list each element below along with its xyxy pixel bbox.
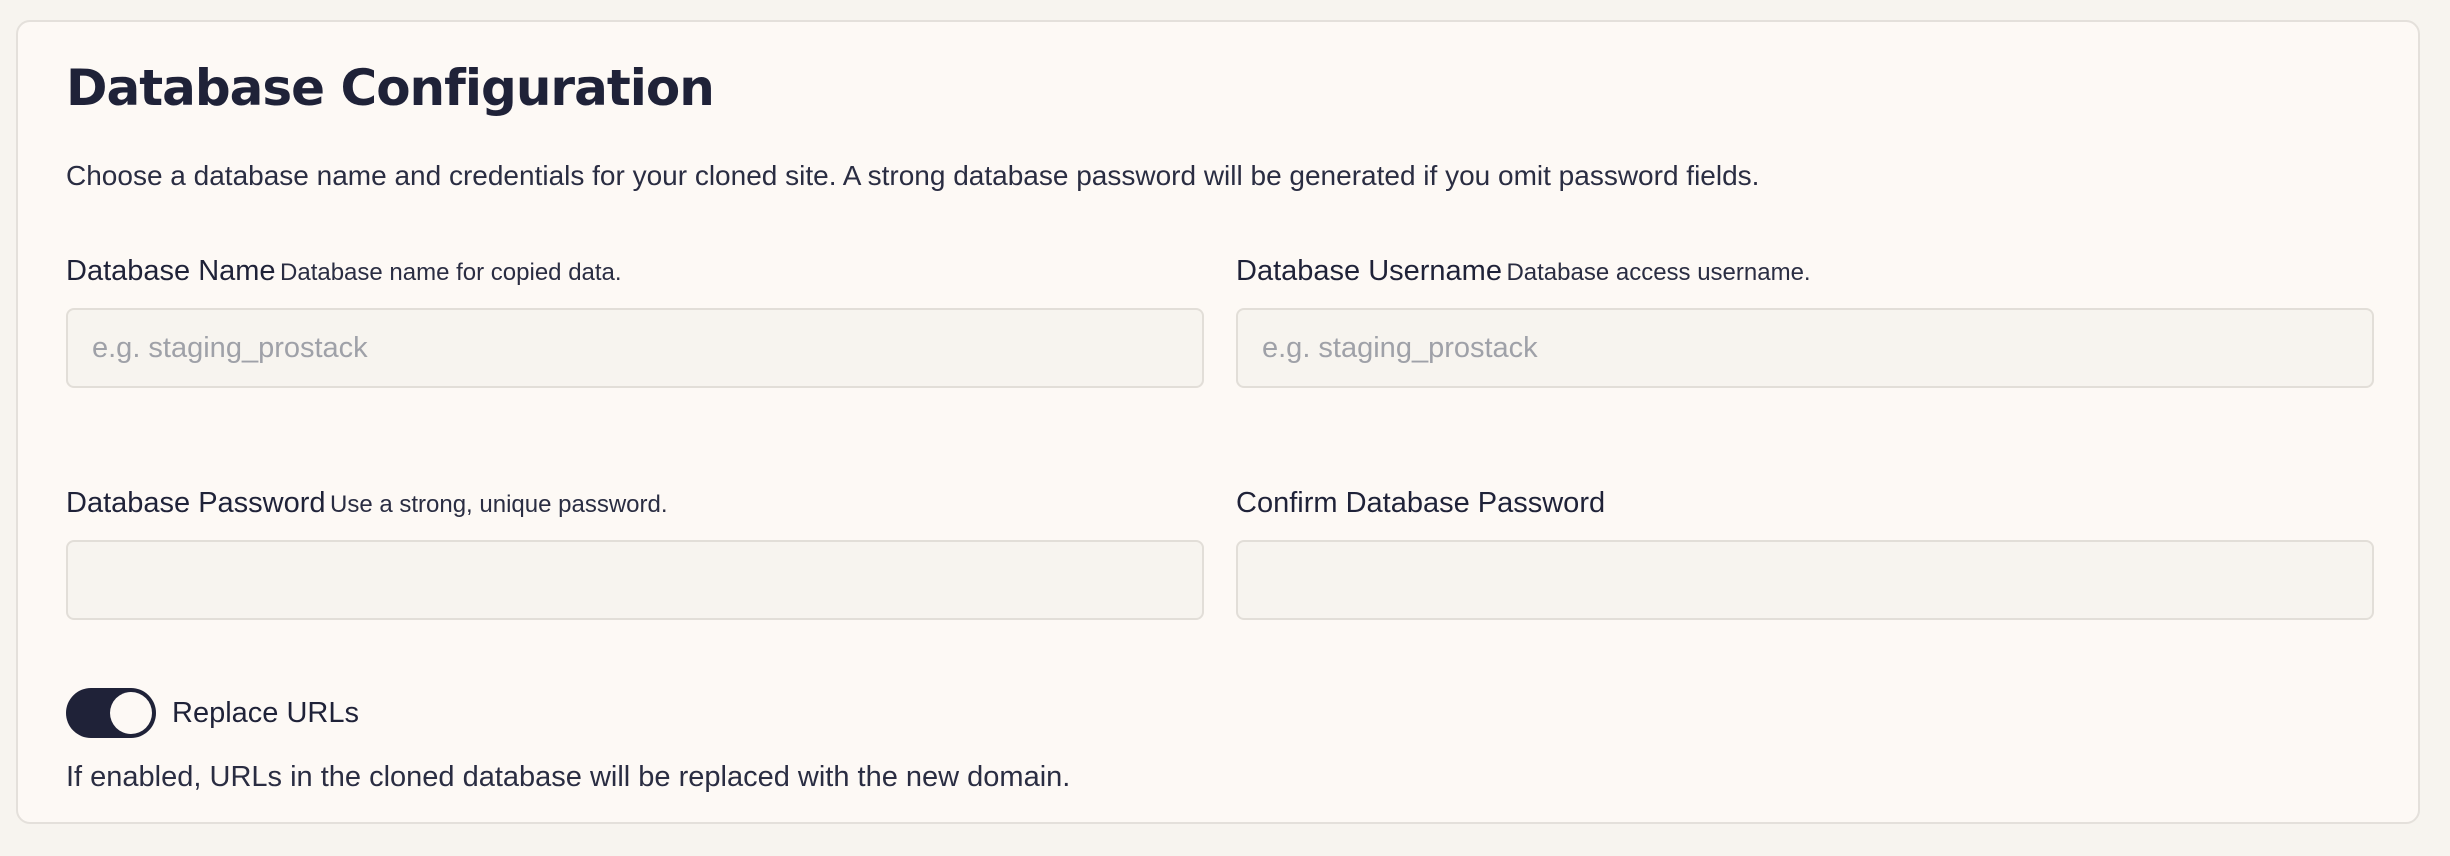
section-title: Database Configuration xyxy=(66,59,715,117)
database-password-input[interactable] xyxy=(66,540,1204,620)
database-name-input[interactable] xyxy=(66,308,1204,388)
confirm-database-password-label-row: Confirm Database Password xyxy=(1236,486,2374,521)
replace-urls-help: If enabled, URLs in the cloned database … xyxy=(66,761,1071,793)
confirm-database-password-input[interactable] xyxy=(1236,540,2374,620)
database-password-help: Use a strong, unique password. xyxy=(329,491,668,518)
database-username-field: Database Username Database access userna… xyxy=(1236,254,2374,388)
database-name-label: Database Name xyxy=(66,255,276,287)
database-username-help: Database access username. xyxy=(1506,259,1811,286)
database-password-label-row: Database Password Use a strong, unique p… xyxy=(66,486,1204,521)
database-name-label-row: Database Name Database name for copied d… xyxy=(66,254,1204,289)
database-name-field: Database Name Database name for copied d… xyxy=(66,254,1204,388)
database-username-label: Database Username xyxy=(1236,255,1502,287)
confirm-database-password-field: Confirm Database Password xyxy=(1236,486,2374,620)
database-username-input[interactable] xyxy=(1236,308,2374,388)
database-password-field: Database Password Use a strong, unique p… xyxy=(66,486,1204,620)
replace-urls-toggle[interactable] xyxy=(66,688,156,738)
replace-urls-label: Replace URLs xyxy=(172,696,359,729)
confirm-database-password-label: Confirm Database Password xyxy=(1236,487,1606,519)
database-username-label-row: Database Username Database access userna… xyxy=(1236,254,2374,289)
toggle-knob xyxy=(110,692,152,734)
database-configuration-card: Database Configuration Choose a database… xyxy=(16,20,2420,824)
section-description: Choose a database name and credentials f… xyxy=(66,160,1760,191)
replace-urls-row: Replace URLs xyxy=(66,688,359,738)
database-password-label: Database Password xyxy=(66,487,326,519)
database-name-help: Database name for copied data. xyxy=(280,259,622,286)
